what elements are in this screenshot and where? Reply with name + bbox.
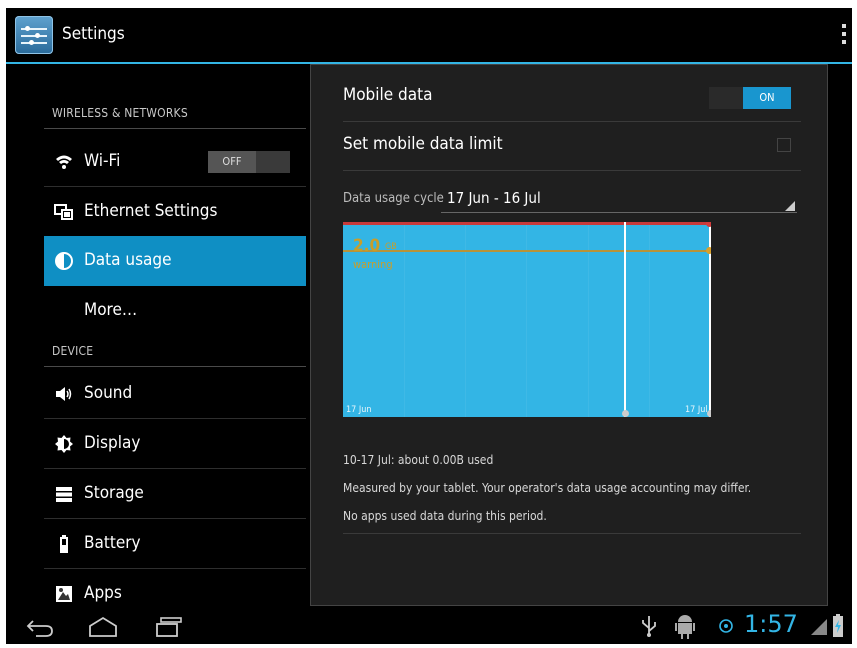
overflow-menu-icon[interactable] [842,24,846,48]
settings-sidebar: WIRELESS & NETWORKS Wi-Fi OFF Ethernet S… [6,64,310,608]
warning-label: warning [353,258,393,271]
section-divider [44,128,306,129]
action-bar: Settings [6,8,852,64]
back-icon[interactable] [26,618,54,638]
sidebar-item-label: Wi-Fi [84,151,121,171]
cycle-start-sweep[interactable] [624,222,626,417]
sidebar-item-sound[interactable]: Sound [44,369,306,419]
section-header-device: DEVICE [52,344,94,358]
limit-line[interactable] [343,222,711,225]
signal-icon [811,619,827,635]
no-apps-note: No apps used data during this period. [343,509,547,523]
chart-start-label: 17 Jun [346,405,372,415]
mobile-data-toggle[interactable]: ON [709,87,791,109]
storage-icon [54,484,74,504]
battery-status-icon [833,614,843,637]
sidebar-item-label: Sound [84,383,133,403]
sidebar-item-label: Data usage [84,250,172,270]
warning-handle-icon[interactable] [706,247,711,254]
warning-unit: GB [385,242,397,252]
measured-note: Measured by your tablet. Your operator's… [343,481,752,495]
apps-icon [54,584,74,604]
settings-app-icon[interactable] [15,16,53,54]
wifi-icon [54,152,74,172]
sidebar-item-display[interactable]: Display [44,419,306,469]
sidebar-item-label: Ethernet Settings [84,201,218,221]
ethernet-icon [54,202,74,222]
usb-icon [642,616,656,637]
app-title: Settings [62,24,125,44]
data-usage-panel: Mobile data ON Set mobile data limit Dat… [310,64,828,606]
sidebar-item-label: Storage [84,483,144,503]
screen: Settings WIRELESS & NETWORKS Wi-Fi OFF E… [6,8,852,644]
chart-end-label: 17 Jul [685,405,708,415]
section-divider [44,366,306,367]
home-icon[interactable] [88,616,118,638]
data-limit-label: Set mobile data limit [343,134,503,154]
data-limit-checkbox[interactable] [777,138,791,152]
data-limit-row[interactable]: Set mobile data limit [343,122,801,171]
sync-icon [719,619,733,633]
sidebar-item-storage[interactable]: Storage [44,469,306,519]
sidebar-item-label: Display [84,433,141,453]
sweep-handle-icon[interactable] [622,410,629,417]
sidebar-item-wifi[interactable]: Wi-Fi OFF [44,137,306,187]
wifi-toggle[interactable]: OFF [208,151,290,173]
sidebar-item-label: Apps [84,583,122,603]
speaker-icon [54,384,74,404]
sidebar-item-more[interactable]: More… [44,286,306,336]
system-bar: 1:57 [6,608,852,644]
warning-line[interactable] [343,250,711,252]
mobile-data-toggle-state: ON [743,87,791,109]
brightness-icon [54,434,74,454]
mobile-data-label: Mobile data [343,85,433,105]
cycle-label: Data usage cycle [343,191,444,206]
section-header-wireless: WIRELESS & NETWORKS [52,106,188,120]
sidebar-item-label: More… [84,300,138,320]
sidebar-item-ethernet[interactable]: Ethernet Settings [44,187,306,237]
limit-handle-icon[interactable] [706,222,711,227]
spinner-arrow-icon [785,201,795,211]
usage-chart[interactable]: 2.0 GB warning 17 Jun 17 Jul [343,222,711,417]
wifi-toggle-state: OFF [208,151,256,173]
recent-apps-icon[interactable] [154,616,184,638]
battery-icon [54,534,74,554]
cycle-value: 17 Jun - 16 Jul [447,189,541,207]
usage-summary: 10-17 Jul: about 0.00B used [343,453,494,467]
sidebar-item-data-usage[interactable]: Data usage [44,236,306,286]
sidebar-item-label: Battery [84,533,141,553]
clock: 1:57 [744,610,798,638]
data-usage-icon [54,251,74,271]
mobile-data-row[interactable]: Mobile data ON [343,65,801,122]
android-debug-icon [675,615,695,639]
sidebar-item-battery[interactable]: Battery [44,519,306,569]
warning-value: 2.0 [353,236,381,256]
